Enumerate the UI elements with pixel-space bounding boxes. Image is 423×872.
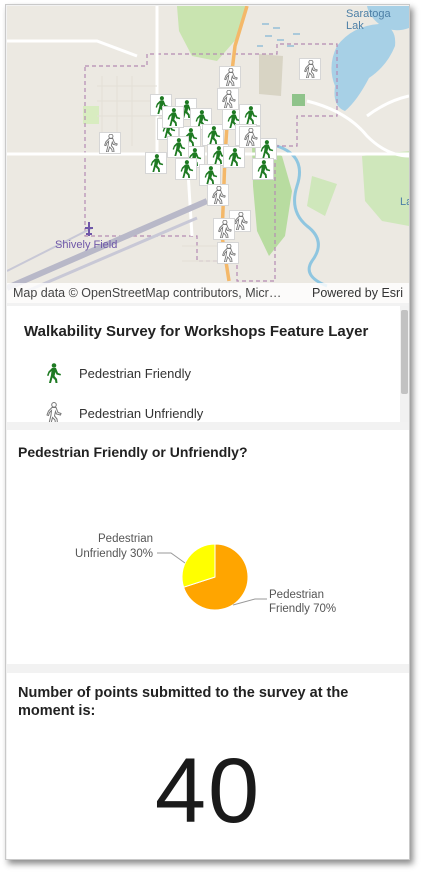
legend-label-friendly: Pedestrian Friendly xyxy=(79,365,191,381)
pedestrian-unfriendly-icon xyxy=(41,401,65,422)
count-value: 40 xyxy=(154,740,262,842)
pedestrian-friendly-icon[interactable] xyxy=(145,152,167,174)
legend-item-friendly: Pedestrian Friendly xyxy=(41,361,191,385)
legend-label-unfriendly: Pedestrian Unfriendly xyxy=(79,405,204,421)
dashboard-frame: Saratoga Lak La Shively Field Map data ©… xyxy=(5,4,410,860)
pedestrian-friendly-icon[interactable] xyxy=(223,146,245,168)
lake-label: Saratoga Lak xyxy=(346,8,391,32)
legend-panel: Walkability Survey for Workshops Feature… xyxy=(7,306,409,422)
map-attribution-bar: Map data © OpenStreetMap contributors, M… xyxy=(7,283,409,303)
pedestrian-unfriendly-icon[interactable] xyxy=(239,126,261,148)
pedestrian-friendly-icon[interactable] xyxy=(239,104,261,126)
pedestrian-unfriendly-icon[interactable] xyxy=(217,88,239,110)
count-title: Number of points submitted to the survey… xyxy=(18,685,349,719)
pedestrian-friendly-icon[interactable] xyxy=(175,158,197,180)
map-attribution[interactable]: Map data © OpenStreetMap contributors, M… xyxy=(13,286,281,300)
count-panel: Number of points submitted to the survey… xyxy=(7,673,409,859)
edge-label: La xyxy=(400,196,409,208)
airfield-label: Shively Field xyxy=(55,239,118,251)
pie-label-unfriendly-line1: Pedestrian xyxy=(98,533,153,545)
pedestrian-unfriendly-icon[interactable] xyxy=(207,184,229,206)
pie-leader-unfriendly xyxy=(157,552,186,564)
chart-panel: Pedestrian Friendly or Unfriendly? Pedes… xyxy=(7,430,409,664)
legend-scrollbar-thumb[interactable] xyxy=(401,310,408,394)
pedestrian-unfriendly-icon[interactable] xyxy=(99,132,121,154)
pedestrian-friendly-icon[interactable] xyxy=(252,158,274,180)
legend-scrollbar[interactable] xyxy=(400,306,409,422)
pedestrian-friendly-icon[interactable] xyxy=(199,164,221,186)
legend-title: Walkability Survey for Workshops Feature… xyxy=(24,323,369,340)
legend-item-unfriendly: Pedestrian Unfriendly xyxy=(41,401,203,422)
pedestrian-friendly-icon xyxy=(41,361,65,385)
pedestrian-unfriendly-icon[interactable] xyxy=(217,242,239,264)
pedestrian-unfriendly-icon[interactable] xyxy=(299,58,321,80)
pedestrian-unfriendly-icon[interactable] xyxy=(219,66,241,88)
pedestrian-friendly-icon[interactable] xyxy=(202,124,224,146)
pie-label-unfriendly-line2: Unfriendly 30% xyxy=(75,548,153,560)
pie-label-friendly-line1: Pedestrian xyxy=(269,589,324,601)
pedestrian-friendly-icon[interactable] xyxy=(167,136,189,158)
pedestrian-friendly-icon[interactable] xyxy=(162,106,184,128)
pie-chart[interactable]: Pedestrian Friendly 70% Pedestrian Unfriend… xyxy=(7,430,409,664)
map-view[interactable]: Saratoga Lak La Shively Field Map data ©… xyxy=(7,6,409,303)
powered-by-esri[interactable]: Powered by Esri xyxy=(312,286,403,300)
pedestrian-unfriendly-icon[interactable] xyxy=(213,218,235,240)
pie-label-friendly-line2: Friendly 70% xyxy=(269,603,336,615)
